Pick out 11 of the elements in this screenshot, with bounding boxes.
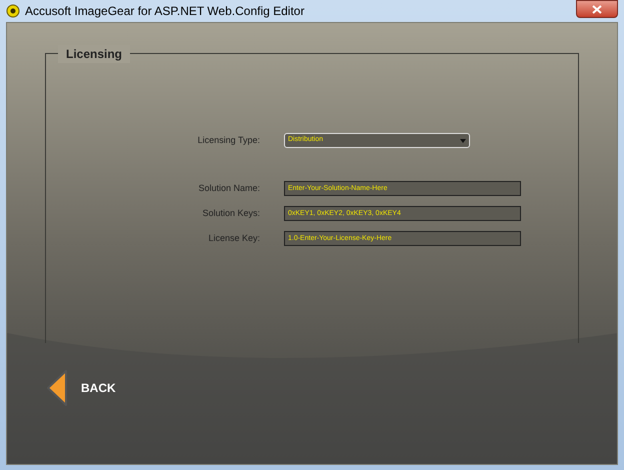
field-label: Licensing Type: <box>196 134 260 147</box>
back-button[interactable]: BACK <box>45 369 116 407</box>
close-button[interactable] <box>576 0 618 18</box>
app-icon <box>6 4 20 18</box>
window-title: Accusoft ImageGear for ASP.NET Web.Config Editor <box>25 3 304 20</box>
left-arrow-icon <box>45 369 69 407</box>
close-icon <box>592 4 602 14</box>
field-label: Solution Name: <box>197 182 260 195</box>
field-label: Solution Keys: <box>201 206 260 220</box>
field-label: License Key: <box>207 232 260 245</box>
caret-icon <box>460 138 466 142</box>
